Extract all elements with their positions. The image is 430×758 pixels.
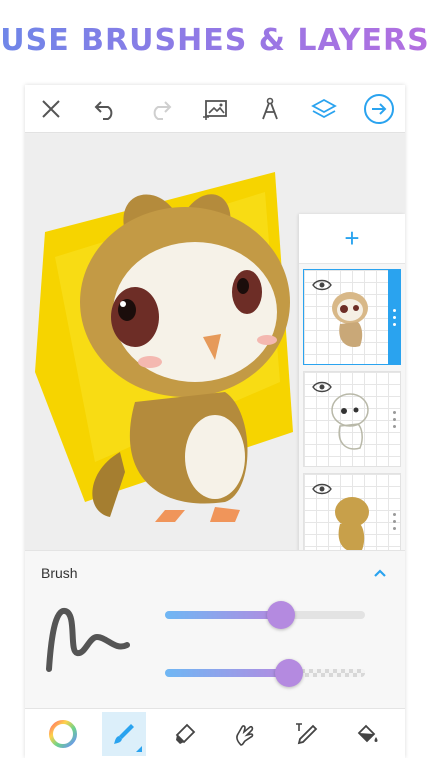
smudge-icon[interactable]	[223, 712, 267, 756]
brush-preview	[46, 608, 130, 672]
brush-panel-title: Brush	[41, 565, 78, 581]
compass-icon[interactable]	[252, 91, 288, 127]
add-image-icon[interactable]	[197, 91, 233, 127]
banner-title: USE BRUSHES & LAYERS	[0, 22, 430, 58]
drag-handle-icon[interactable]	[388, 372, 400, 466]
layers-icon[interactable]	[306, 91, 342, 127]
close-icon[interactable]	[33, 91, 69, 127]
fill-bucket-icon[interactable]	[345, 712, 389, 756]
add-layer-button[interactable]: +	[299, 214, 405, 264]
eraser-icon[interactable]	[163, 712, 207, 756]
color-wheel-icon[interactable]	[41, 712, 85, 756]
brush-panel: Brush	[25, 550, 405, 708]
layer-item[interactable]	[303, 371, 401, 467]
layers-panel: +	[299, 214, 405, 570]
drag-handle-icon[interactable]	[388, 270, 400, 364]
layer-item[interactable]	[303, 269, 401, 365]
app-window: + Brush	[25, 85, 405, 758]
brush-opacity-slider[interactable]	[165, 659, 365, 687]
top-toolbar	[25, 85, 405, 133]
redo-icon[interactable]	[142, 91, 178, 127]
layer-thumbnail	[332, 292, 368, 348]
undo-icon[interactable]	[88, 91, 124, 127]
text-pen-icon[interactable]	[284, 712, 328, 756]
layer-thumbnail	[331, 393, 369, 450]
next-icon[interactable]	[361, 91, 397, 127]
promo-banner: USE BRUSHES & LAYERS	[0, 0, 430, 80]
opacity-slider-knob[interactable]	[275, 659, 303, 687]
drawing-canvas[interactable]: +	[25, 134, 405, 600]
brush-size-slider[interactable]	[165, 601, 365, 629]
owl-artwork	[35, 172, 293, 522]
bottom-toolbar	[25, 708, 405, 758]
chevron-up-icon[interactable]	[373, 565, 387, 583]
size-slider-knob[interactable]	[267, 601, 295, 629]
brush-tool-icon[interactable]	[101, 711, 146, 756]
layer-thumbnail	[335, 497, 369, 552]
